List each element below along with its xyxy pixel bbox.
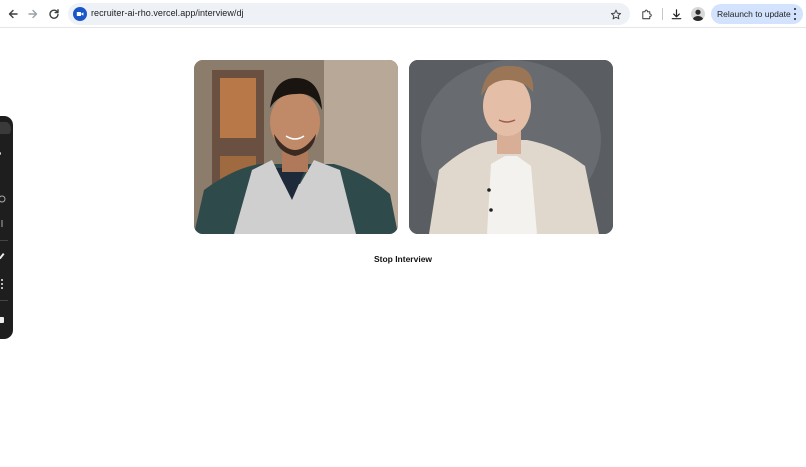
interviewer-video-tile (409, 60, 613, 234)
kebab-menu-icon[interactable] (793, 8, 797, 20)
candidate-video-frame (194, 60, 398, 234)
browser-toolbar: recruiter-ai-rho.vercel.app/interview/dj… (0, 0, 806, 28)
reload-icon[interactable] (46, 6, 62, 22)
relaunch-to-update-button[interactable]: Relaunch to update (711, 4, 803, 24)
address-bar[interactable]: recruiter-ai-rho.vercel.app/interview/dj (68, 3, 630, 25)
puzzle-piece-icon[interactable] (639, 7, 653, 21)
panel-marker-icon[interactable] (0, 218, 13, 230)
panel-divider (0, 240, 8, 241)
profile-avatar[interactable] (691, 7, 705, 21)
stop-interview-button[interactable]: Stop Interview (352, 250, 454, 268)
panel-avatar-icon[interactable] (0, 121, 13, 137)
back-arrow-icon[interactable] (5, 6, 21, 22)
panel-record-icon[interactable] (0, 194, 13, 206)
floating-side-panel (0, 116, 13, 339)
panel-divider (0, 300, 8, 301)
candidate-video-tile (194, 60, 398, 234)
forward-arrow-icon[interactable] (25, 6, 41, 22)
panel-pen-icon[interactable] (0, 250, 13, 262)
star-icon[interactable] (610, 8, 622, 20)
panel-indicator-icon (0, 152, 1, 155)
video-camera-icon (73, 7, 87, 21)
panel-more-icon[interactable] (0, 278, 13, 290)
download-icon[interactable] (669, 7, 683, 21)
panel-camera-icon[interactable] (0, 314, 13, 326)
relaunch-label: Relaunch to update (717, 9, 791, 19)
toolbar-divider (662, 8, 663, 20)
interviewer-video-frame (409, 60, 613, 234)
url-text: recruiter-ai-rho.vercel.app/interview/dj (91, 8, 244, 18)
